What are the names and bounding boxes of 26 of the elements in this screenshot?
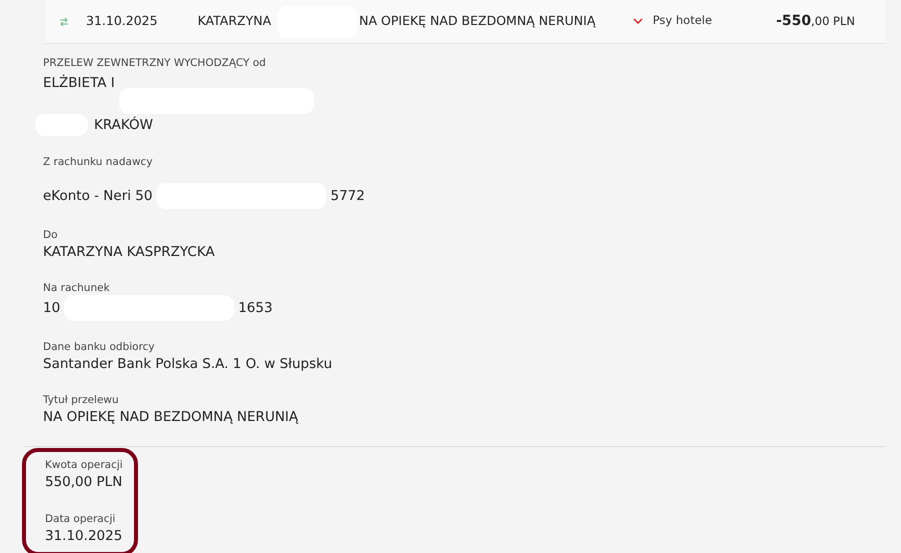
- field-value: NA OPIEKĘ NAD BEZDOMNĄ NERUNIĄ: [43, 408, 298, 427]
- field-label: Dane banku odbiorcy: [43, 340, 156, 354]
- field-value: 1653: [238, 299, 273, 318]
- field-value: ELŻBIETA I: [43, 74, 115, 93]
- field-label: Z rachunku nadawcy: [43, 155, 154, 169]
- transaction-date: 31.10.2025: [86, 12, 158, 30]
- field-label: Do: [43, 228, 59, 242]
- transfer-title: NA OPIEKĘ NAD BEZDOMNĄ NERUNIĄ: [359, 12, 596, 30]
- field-value: Santander Bank Polska S.A. 1 O. w Słupsku: [43, 355, 332, 374]
- chevron-icon[interactable]: [632, 18, 643, 25]
- field-label: Na rachunek: [43, 281, 111, 295]
- category-label: Psy hotele: [652, 12, 712, 29]
- counterparty-name: KATARZYNA: [198, 12, 272, 30]
- transfer-icon: [59, 16, 69, 26]
- field-value: 5772: [330, 187, 365, 206]
- field-label: PRZELEW ZEWNETRZNY WYCHODZĄCY od: [43, 56, 267, 70]
- field-value: KRAKÓW: [94, 116, 154, 135]
- field-value: 31.10.2025: [45, 527, 122, 546]
- field-label: Data operacji: [45, 512, 116, 526]
- field-value: KATARZYNA KASPRZYCKA: [43, 243, 215, 262]
- field-label: Tytuł przelewu: [43, 393, 120, 407]
- field-label: Kwota operacji: [45, 458, 124, 472]
- field-value: 550,00 PLN: [45, 473, 122, 492]
- field-value: 10: [43, 299, 60, 318]
- field-value: eKonto - Neri 50: [43, 187, 152, 206]
- transaction-amount: -550,00 PLN: [776, 12, 855, 31]
